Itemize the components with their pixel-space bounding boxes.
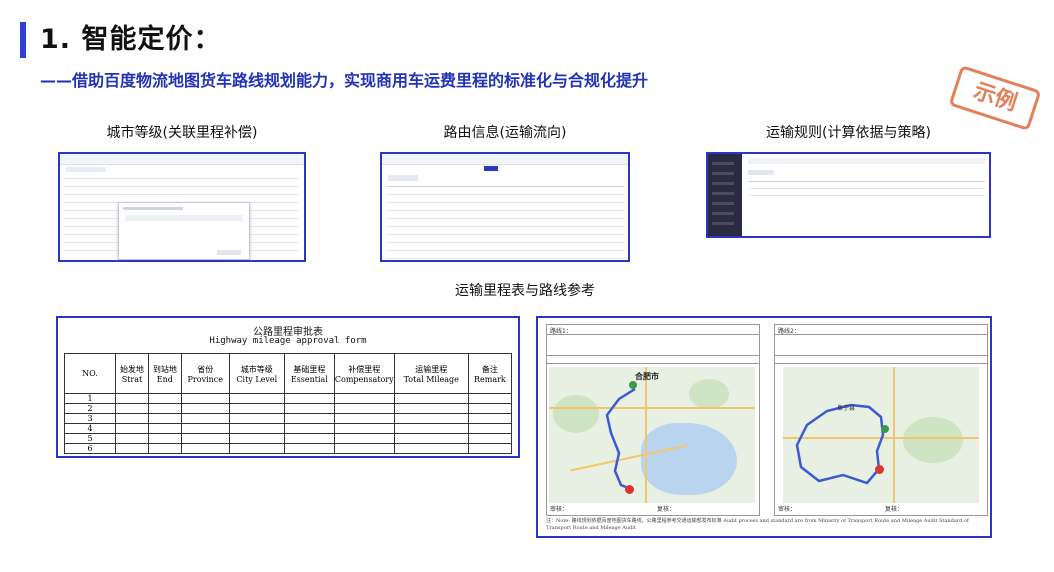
route-info-screenshot [380, 152, 630, 262]
route-1-map: 合肥市 [549, 367, 755, 503]
page-subtitle: ——借助百度物流地图货车路线规划能力，实现商用车运费里程的标准化与合规化提升 [40, 71, 649, 90]
route-1-reviewer: 审核： [550, 506, 569, 513]
col-total-mileage: 运输里程 Total Mileage [393, 353, 469, 394]
col-province: 省份 Province [180, 353, 230, 394]
col-remark: 备注 Remark [467, 353, 513, 394]
route-2-reviewer: 审核： [778, 506, 797, 513]
approval-form-table: NO. 始发地 Strat 到站地 End 省份 Province 城市等级 City … [64, 353, 513, 454]
route-sheet-note: 注：Note: 路线规划依据百度地图货车路线，公路里程参考交通运输部发布标准 A… [546, 518, 969, 531]
route-1-reviewer2: 复核： [657, 506, 676, 513]
route-1-city-label: 合肥市 [635, 372, 659, 381]
caption-transport-rules: 运输规则(计算依据与策略) [766, 125, 931, 141]
table-row: 4 [64, 423, 513, 434]
approval-form-title-en: Highway mileage approval form [209, 336, 367, 346]
approval-form-frame: 公路里程审批表 Highway mileage approval form NO… [56, 316, 520, 458]
caption-city-grade: 城市等级(关联里程补偿) [106, 125, 258, 141]
route-1-start-marker [629, 381, 637, 389]
route-panel-2: 路线2： 阜宁县 审核： 复核： [774, 324, 988, 516]
table-row: 1 [64, 393, 513, 404]
col-end: 到站地 End [147, 353, 182, 394]
city-grade-dialog [118, 202, 250, 260]
table-row: 6 [64, 443, 513, 454]
table-row: 5 [64, 433, 513, 444]
route-2-end-marker [875, 465, 884, 474]
route-2-city-label: 阜宁县 [837, 405, 856, 412]
route-1-path [605, 387, 636, 491]
col-compensatory: 补偿里程 Compensatory [333, 353, 395, 394]
title-accent-bar [20, 22, 26, 58]
route-panel-1: 路线1： 合肥市 审核： 复核： [546, 324, 760, 516]
col-city-level: 城市等级 City Level [228, 353, 285, 394]
table-row: 2 [64, 403, 513, 414]
caption-mileage-reference: 运输里程表与路线参考 [455, 283, 595, 299]
route-2-path [795, 403, 885, 485]
example-stamp: 示例 [948, 65, 1042, 131]
route-2-start-marker [881, 425, 889, 433]
route-sheet-frame: 路线1： 合肥市 审核： 复核： 路线2： 阜宁县 审核： 复核： 注：Note… [536, 316, 992, 538]
route-2-reviewer2: 复核： [885, 506, 904, 513]
col-no: NO. [64, 353, 116, 394]
col-start: 始发地 Strat [115, 353, 149, 394]
city-grade-screenshot [58, 152, 306, 262]
col-essential: 基础里程 Essential [283, 353, 335, 394]
page-title: 1. 智能定价： [40, 24, 222, 55]
route-1-end-marker [625, 485, 634, 494]
table-row: 3 [64, 413, 513, 424]
route-2-map: 阜宁县 [783, 367, 979, 503]
transport-rules-screenshot [706, 152, 991, 238]
caption-route-info: 路由信息(运输流向) [443, 125, 567, 141]
